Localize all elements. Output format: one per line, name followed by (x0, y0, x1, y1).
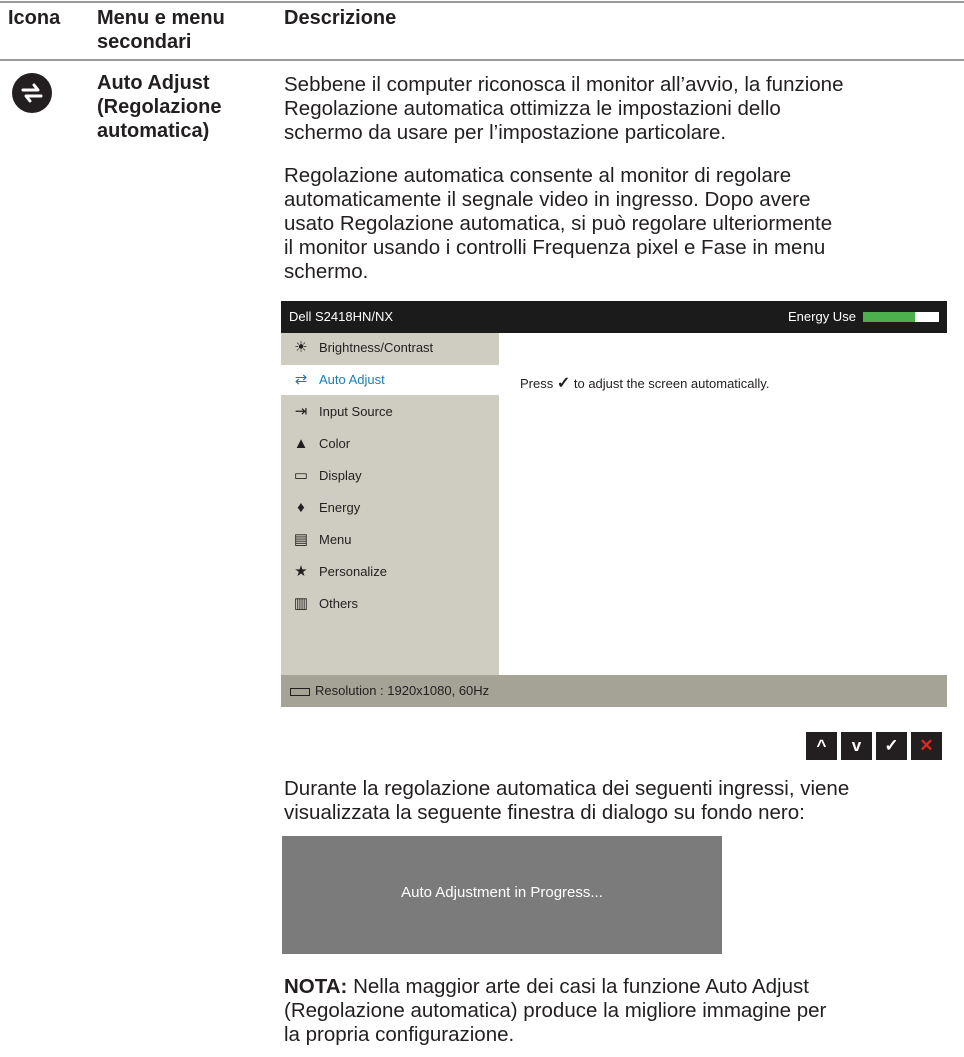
display-icon: ▭ (293, 467, 309, 484)
osd-menu-item-label: Brightness/Contrast (319, 340, 434, 355)
note-label: NOTA: (284, 975, 348, 998)
color-icon: ▲ (293, 435, 309, 452)
osd-menu-item-input-source[interactable]: ⇥ Input Source (281, 397, 499, 427)
close-button[interactable]: ✕ (911, 732, 942, 760)
header-rule (0, 59, 964, 61)
osd-model-name: Dell S2418HN/NX (289, 309, 394, 324)
brightness-icon: ☀ (294, 339, 308, 356)
description-paragraph-1: Sebbene il computer riconosca il monitor… (284, 73, 844, 144)
osd-menu-item-label: Energy (319, 500, 361, 515)
col-header-menu-line2: secondari (97, 31, 192, 53)
osd-energy-label: Energy Use (788, 309, 856, 324)
osd-title-bar: Dell S2418HN/NX Energy Use (281, 301, 947, 333)
top-rule (0, 1, 964, 3)
col-header-icon: Icona (8, 7, 61, 29)
col-header-menu-line1: Menu e menu (97, 7, 225, 29)
auto-adjust-progress-dialog: Auto Adjustment in Progress... (282, 836, 722, 954)
osd-menu-item-auto-adjust[interactable]: ⇄ Auto Adjust (281, 365, 499, 395)
description-paragraph-2: Regolazione automatica consente al monit… (284, 164, 833, 283)
osd-menu-item-label: Color (319, 436, 351, 451)
input-source-icon: ⇥ (294, 403, 308, 420)
ok-button[interactable]: ✓ (876, 732, 907, 760)
osd-footer: Resolution : 1920x1080, 60Hz (281, 675, 947, 707)
osd-menu-item-display[interactable]: ▭ Display (281, 461, 499, 491)
description-paragraph-3: Durante la regolazione automatica dei se… (284, 777, 850, 824)
osd-menu-item-color[interactable]: ▲ Color (281, 429, 499, 459)
others-icon: ▥ (293, 595, 309, 612)
display-port-icon (290, 688, 310, 696)
osd-menu-item-label: Menu (319, 532, 352, 547)
down-button[interactable]: v (841, 732, 872, 760)
osd-menu-item-menu[interactable]: ▤ Menu (281, 525, 499, 555)
osd-menu-item-label: Input Source (319, 404, 393, 419)
osd-menu-item-brightness-contrast[interactable]: ☀ Brightness/Contrast (281, 333, 499, 363)
up-button[interactable]: ^ (806, 732, 837, 760)
osd-content-pane: Press ✓ to adjust the screen automatical… (499, 333, 947, 675)
osd-menu-item-personalize[interactable]: ★ Personalize (281, 557, 499, 587)
osd-screenshot: Dell S2418HN/NX Energy Use ☀ Brightness/C… (281, 301, 947, 707)
close-icon: ✕ (919, 736, 934, 755)
energy-icon: ♦ (297, 499, 305, 516)
osd-message: Press ✓ to adjust the screen automatical… (520, 375, 770, 392)
osd-menu-list: ☀ Brightness/Contrast ⇄ Auto Adjust ⇥ Input S… (281, 333, 499, 675)
osd-menu-item-label: Personalize (319, 564, 387, 579)
osd-energy-fill (863, 312, 915, 322)
osd-menu-item-energy[interactable]: ♦ Energy (281, 493, 499, 523)
check-icon: ✓ (556, 375, 571, 392)
check-icon: ✓ (884, 736, 899, 755)
osd-menu-item-label: Display (319, 468, 362, 483)
auto-adjust-icon: ⇄ (294, 371, 308, 388)
menu-icon: ▤ (293, 531, 309, 548)
col-header-description: Descrizione (284, 7, 397, 29)
note-paragraph: NOTA: Nella maggior arte dei casi la fun… (284, 975, 827, 1046)
osd-resolution: Resolution : 1920x1080, 60Hz (315, 683, 490, 698)
auto-adjust-icon (12, 73, 52, 113)
menu-item-title: Auto Adjust (Regolazione automatica) (97, 72, 222, 142)
osd-menu-item-label: Auto Adjust (319, 372, 385, 387)
progress-text: Auto Adjustment in Progress... (401, 884, 603, 901)
personalize-icon: ★ (294, 563, 308, 580)
osd-energy-meter (863, 312, 939, 322)
chevron-up-icon: ^ (816, 736, 827, 755)
col-header-menu: Menu e menu secondari (97, 6, 225, 54)
osd-menu-item-label: Others (319, 596, 359, 611)
chevron-down-icon: v (851, 736, 862, 755)
osd-menu-item-others[interactable]: ▥ Others (281, 589, 499, 619)
